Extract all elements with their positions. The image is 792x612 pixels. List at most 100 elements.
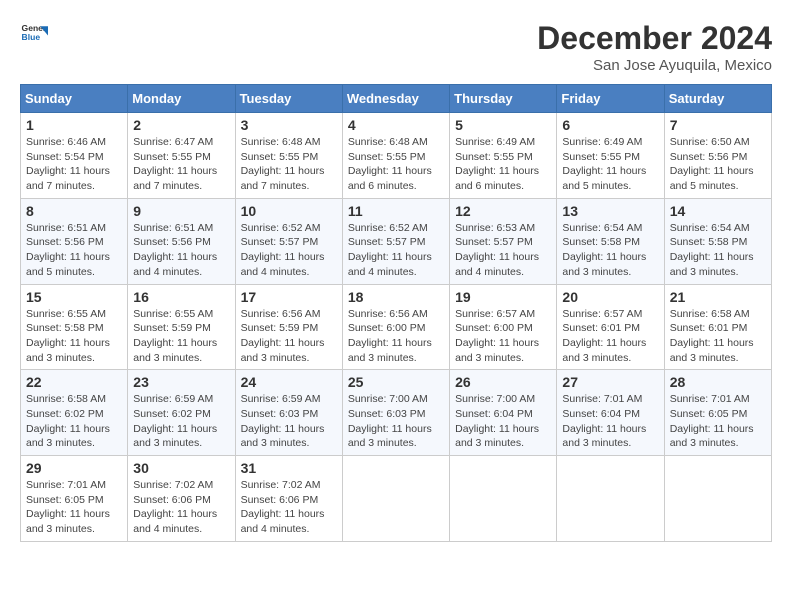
day-number: 25 bbox=[348, 374, 444, 390]
day-number: 31 bbox=[241, 460, 337, 476]
calendar-cell: 4 Sunrise: 6:48 AMSunset: 5:55 PMDaylight… bbox=[342, 113, 449, 199]
calendar-cell: 8 Sunrise: 6:51 AMSunset: 5:56 PMDaylight… bbox=[21, 198, 128, 284]
day-number: 23 bbox=[133, 374, 229, 390]
calendar-cell: 31Sunrise: 7:02 AMSunset: 6:06 PMDayligh… bbox=[235, 456, 342, 542]
day-number: 18 bbox=[348, 289, 444, 305]
day-info: Sunrise: 6:46 AMSunset: 5:54 PMDaylight:… bbox=[26, 135, 122, 194]
logo: General Blue bbox=[20, 20, 48, 48]
calendar-cell: 24Sunrise: 6:59 AMSunset: 6:03 PMDayligh… bbox=[235, 370, 342, 456]
calendar-cell bbox=[450, 456, 557, 542]
day-info: Sunrise: 7:02 AMSunset: 6:06 PMDaylight:… bbox=[133, 478, 229, 537]
day-info: Sunrise: 6:48 AMSunset: 5:55 PMDaylight:… bbox=[348, 135, 444, 194]
day-info: Sunrise: 7:00 AMSunset: 6:03 PMDaylight:… bbox=[348, 392, 444, 451]
calendar-cell: 17Sunrise: 6:56 AMSunset: 5:59 PMDayligh… bbox=[235, 284, 342, 370]
day-number: 3 bbox=[241, 117, 337, 133]
day-info: Sunrise: 6:49 AMSunset: 5:55 PMDaylight:… bbox=[455, 135, 551, 194]
calendar-header-row: SundayMondayTuesdayWednesdayThursdayFrid… bbox=[21, 85, 772, 113]
calendar-cell: 14 Sunrise: 6:54 AMSunset: 5:58 PMDayligh… bbox=[664, 198, 771, 284]
day-info: Sunrise: 6:51 AMSunset: 5:56 PMDaylight:… bbox=[26, 221, 122, 280]
header-day-saturday: Saturday bbox=[664, 85, 771, 113]
calendar-cell: 13Sunrise: 6:54 AMSunset: 5:58 PMDayligh… bbox=[557, 198, 664, 284]
day-info: Sunrise: 7:01 AMSunset: 6:05 PMDaylight:… bbox=[26, 478, 122, 537]
day-info: Sunrise: 6:52 AMSunset: 5:57 PMDaylight:… bbox=[241, 221, 337, 280]
day-info: Sunrise: 6:57 AMSunset: 6:00 PMDaylight:… bbox=[455, 307, 551, 366]
calendar-cell: 10Sunrise: 6:52 AMSunset: 5:57 PMDayligh… bbox=[235, 198, 342, 284]
calendar-cell: 18 Sunrise: 6:56 AMSunset: 6:00 PMDayligh… bbox=[342, 284, 449, 370]
day-number: 6 bbox=[562, 117, 658, 133]
calendar-cell: 22 Sunrise: 6:58 AMSunset: 6:02 PMDayligh… bbox=[21, 370, 128, 456]
header-day-sunday: Sunday bbox=[21, 85, 128, 113]
day-number: 16 bbox=[133, 289, 229, 305]
day-number: 2 bbox=[133, 117, 229, 133]
calendar-cell: 28 Sunrise: 7:01 AMSunset: 6:05 PMDayligh… bbox=[664, 370, 771, 456]
calendar-week-3: 15Sunrise: 6:55 AMSunset: 5:58 PMDayligh… bbox=[21, 284, 772, 370]
calendar-cell: 9 Sunrise: 6:51 AMSunset: 5:56 PMDaylight… bbox=[128, 198, 235, 284]
calendar-cell: 6 Sunrise: 6:49 AMSunset: 5:55 PMDaylight… bbox=[557, 113, 664, 199]
day-info: Sunrise: 6:54 AMSunset: 5:58 PMDaylight:… bbox=[670, 221, 766, 280]
day-number: 26 bbox=[455, 374, 551, 390]
header-day-friday: Friday bbox=[557, 85, 664, 113]
calendar-cell: 30 Sunrise: 7:02 AMSunset: 6:06 PMDayligh… bbox=[128, 456, 235, 542]
calendar-cell: 11 Sunrise: 6:52 AMSunset: 5:57 PMDayligh… bbox=[342, 198, 449, 284]
day-number: 11 bbox=[348, 203, 444, 219]
header-day-thursday: Thursday bbox=[450, 85, 557, 113]
day-number: 9 bbox=[133, 203, 229, 219]
header-day-monday: Monday bbox=[128, 85, 235, 113]
calendar-cell: 19 Sunrise: 6:57 AMSunset: 6:00 PMDayligh… bbox=[450, 284, 557, 370]
calendar-cell: 23 Sunrise: 6:59 AMSunset: 6:02 PMDayligh… bbox=[128, 370, 235, 456]
day-number: 20 bbox=[562, 289, 658, 305]
day-info: Sunrise: 6:55 AMSunset: 5:59 PMDaylight:… bbox=[133, 307, 229, 366]
day-info: Sunrise: 6:47 AMSunset: 5:55 PMDaylight:… bbox=[133, 135, 229, 194]
day-number: 4 bbox=[348, 117, 444, 133]
calendar-cell: 16 Sunrise: 6:55 AMSunset: 5:59 PMDayligh… bbox=[128, 284, 235, 370]
svg-text:Blue: Blue bbox=[22, 32, 41, 42]
day-info: Sunrise: 6:51 AMSunset: 5:56 PMDaylight:… bbox=[133, 221, 229, 280]
day-info: Sunrise: 6:58 AMSunset: 6:02 PMDaylight:… bbox=[26, 392, 122, 451]
month-title: December 2024 bbox=[537, 20, 772, 57]
calendar-cell: 20 Sunrise: 6:57 AMSunset: 6:01 PMDayligh… bbox=[557, 284, 664, 370]
calendar-cell: 29 Sunrise: 7:01 AMSunset: 6:05 PMDayligh… bbox=[21, 456, 128, 542]
logo-icon: General Blue bbox=[20, 20, 48, 48]
calendar-cell: 5 Sunrise: 6:49 AMSunset: 5:55 PMDaylight… bbox=[450, 113, 557, 199]
title-area: December 2024 San Jose Ayuquila, Mexico bbox=[537, 20, 772, 74]
day-info: Sunrise: 6:49 AMSunset: 5:55 PMDaylight:… bbox=[562, 135, 658, 194]
calendar-cell: 2 Sunrise: 6:47 AMSunset: 5:55 PMDaylight… bbox=[128, 113, 235, 199]
day-info: Sunrise: 6:59 AMSunset: 6:02 PMDaylight:… bbox=[133, 392, 229, 451]
day-number: 5 bbox=[455, 117, 551, 133]
calendar-cell: 27 Sunrise: 7:01 AMSunset: 6:04 PMDayligh… bbox=[557, 370, 664, 456]
calendar-table: SundayMondayTuesdayWednesdayThursdayFrid… bbox=[20, 84, 772, 542]
calendar-cell: 25 Sunrise: 7:00 AMSunset: 6:03 PMDayligh… bbox=[342, 370, 449, 456]
day-number: 19 bbox=[455, 289, 551, 305]
calendar-cell: 26Sunrise: 7:00 AMSunset: 6:04 PMDayligh… bbox=[450, 370, 557, 456]
day-number: 21 bbox=[670, 289, 766, 305]
calendar-week-1: 1Sunrise: 6:46 AMSunset: 5:54 PMDaylight… bbox=[21, 113, 772, 199]
calendar-cell bbox=[664, 456, 771, 542]
day-info: Sunrise: 7:01 AMSunset: 6:04 PMDaylight:… bbox=[562, 392, 658, 451]
day-info: Sunrise: 6:59 AMSunset: 6:03 PMDaylight:… bbox=[241, 392, 337, 451]
calendar-cell: 21 Sunrise: 6:58 AMSunset: 6:01 PMDayligh… bbox=[664, 284, 771, 370]
day-info: Sunrise: 6:58 AMSunset: 6:01 PMDaylight:… bbox=[670, 307, 766, 366]
day-number: 7 bbox=[670, 117, 766, 133]
day-info: Sunrise: 6:50 AMSunset: 5:56 PMDaylight:… bbox=[670, 135, 766, 194]
header-day-tuesday: Tuesday bbox=[235, 85, 342, 113]
calendar-cell: 3 Sunrise: 6:48 AMSunset: 5:55 PMDaylight… bbox=[235, 113, 342, 199]
day-number: 29 bbox=[26, 460, 122, 476]
day-number: 8 bbox=[26, 203, 122, 219]
day-number: 30 bbox=[133, 460, 229, 476]
calendar-week-2: 8 Sunrise: 6:51 AMSunset: 5:56 PMDaylight… bbox=[21, 198, 772, 284]
calendar-cell: 15Sunrise: 6:55 AMSunset: 5:58 PMDayligh… bbox=[21, 284, 128, 370]
day-info: Sunrise: 6:53 AMSunset: 5:57 PMDaylight:… bbox=[455, 221, 551, 280]
day-info: Sunrise: 6:57 AMSunset: 6:01 PMDaylight:… bbox=[562, 307, 658, 366]
day-info: Sunrise: 7:01 AMSunset: 6:05 PMDaylight:… bbox=[670, 392, 766, 451]
day-number: 17 bbox=[241, 289, 337, 305]
calendar-cell: 7 Sunrise: 6:50 AMSunset: 5:56 PMDaylight… bbox=[664, 113, 771, 199]
day-info: Sunrise: 6:55 AMSunset: 5:58 PMDaylight:… bbox=[26, 307, 122, 366]
day-info: Sunrise: 6:48 AMSunset: 5:55 PMDaylight:… bbox=[241, 135, 337, 194]
day-number: 22 bbox=[26, 374, 122, 390]
day-info: Sunrise: 6:52 AMSunset: 5:57 PMDaylight:… bbox=[348, 221, 444, 280]
header-day-wednesday: Wednesday bbox=[342, 85, 449, 113]
day-number: 28 bbox=[670, 374, 766, 390]
day-number: 27 bbox=[562, 374, 658, 390]
day-number: 14 bbox=[670, 203, 766, 219]
day-info: Sunrise: 6:56 AMSunset: 6:00 PMDaylight:… bbox=[348, 307, 444, 366]
